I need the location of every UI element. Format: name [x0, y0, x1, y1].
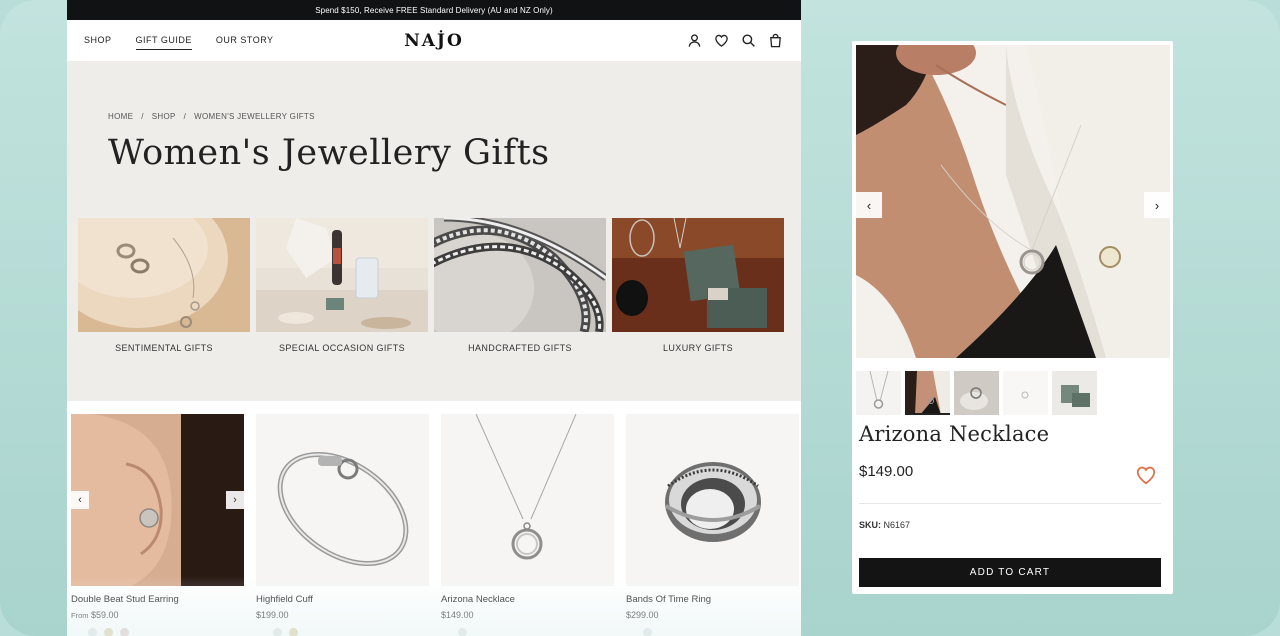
category-label[interactable]: HANDCRAFTED GIFTS	[434, 343, 606, 353]
category-image-handcrafted[interactable]	[434, 218, 606, 332]
price-prefix: From	[71, 611, 89, 620]
color-swatches	[273, 628, 429, 636]
breadcrumb: HOME / SHOP / WOMEN'S JEWELLERY GIFTS	[108, 112, 315, 121]
prev-image-button[interactable]: ‹	[71, 491, 89, 509]
search-icon[interactable]	[741, 33, 756, 48]
nav-link-gift-guide[interactable]: GIFT GUIDE	[135, 31, 192, 50]
breadcrumb-current: WOMEN'S JEWELLERY GIFTS	[194, 112, 315, 121]
sku-line: SKU: N6167	[859, 520, 910, 530]
next-image-button[interactable]: ›	[1144, 192, 1170, 218]
product-card[interactable]: Bands Of Time Ring $299.00	[626, 414, 799, 636]
product-price: $149.00	[859, 463, 914, 480]
product-name[interactable]: Highfield Cuff	[256, 594, 429, 605]
price-value: $299.00	[626, 610, 659, 620]
product-thumbnail[interactable]	[856, 371, 901, 415]
wishlist-heart-icon[interactable]	[1135, 464, 1157, 486]
color-swatch[interactable]	[104, 628, 113, 636]
product-thumbnail[interactable]	[954, 371, 999, 415]
nav-links: SHOP GIFT GUIDE OUR STORY	[84, 31, 274, 50]
add-to-cart-button[interactable]: ADD TO CART	[859, 558, 1161, 587]
product-name[interactable]: Bands Of Time Ring	[626, 594, 799, 605]
shopping-bag-icon[interactable]	[768, 33, 783, 48]
category-card-special-occasion[interactable]: SPECIAL OCCASION GIFTS	[256, 218, 428, 353]
breadcrumb-shop[interactable]: SHOP	[152, 112, 176, 121]
thumbnail-strip	[856, 371, 1097, 415]
category-image-sentimental[interactable]	[78, 218, 250, 332]
price-value: $59.00	[91, 610, 119, 620]
account-icon[interactable]	[687, 33, 702, 48]
product-card[interactable]: ‹ › Double Beat Stud Earring From $59.00	[71, 414, 244, 636]
product-thumbnail[interactable]	[905, 371, 950, 415]
product-thumbnail[interactable]	[1003, 371, 1048, 415]
price-value: $199.00	[256, 610, 289, 620]
breadcrumb-separator: /	[183, 112, 187, 121]
nav-icons	[687, 20, 783, 61]
promo-text: Spend $150, Receive FREE Standard Delive…	[315, 5, 553, 15]
category-label[interactable]: LUXURY GIFTS	[612, 343, 784, 353]
product-price: $299.00	[626, 610, 799, 620]
wishlist-heart-icon[interactable]	[714, 33, 729, 48]
product-card[interactable]: Arizona Necklace $149.00	[441, 414, 614, 636]
product-name[interactable]: Double Beat Stud Earring	[71, 594, 244, 605]
category-label[interactable]: SPECIAL OCCASION GIFTS	[256, 343, 428, 353]
color-swatch[interactable]	[120, 628, 129, 636]
product-card[interactable]: Highfield Cuff $199.00	[256, 414, 429, 636]
color-swatch[interactable]	[273, 628, 282, 636]
product-name[interactable]: Arizona Necklace	[441, 594, 614, 605]
product-image[interactable]	[441, 414, 614, 586]
page-title: Women's Jewellery Gifts	[108, 133, 550, 173]
color-swatch[interactable]	[289, 628, 298, 636]
product-price: From $59.00	[71, 610, 244, 620]
brand-logo[interactable]: NAJ̇O	[404, 31, 464, 51]
sku-value: N6167	[883, 520, 911, 530]
product-title: Arizona Necklace	[859, 422, 1050, 446]
product-detail-card: ‹ › Arizona Necklace $149.00 SKU: N6167 …	[852, 41, 1173, 594]
sku-label: SKU:	[859, 520, 881, 530]
color-swatch[interactable]	[458, 628, 467, 636]
category-label[interactable]: SENTIMENTAL GIFTS	[78, 343, 250, 353]
divider	[859, 503, 1161, 504]
color-swatch[interactable]	[88, 628, 97, 636]
product-grid: ‹ › Double Beat Stud Earring From $59.00	[71, 414, 799, 636]
breadcrumb-home[interactable]: HOME	[108, 112, 133, 121]
product-main-image[interactable]: ‹ ›	[856, 45, 1170, 358]
product-price: $199.00	[256, 610, 429, 620]
main-nav: SHOP GIFT GUIDE OUR STORY NAJ̇O	[67, 20, 801, 61]
breadcrumb-separator: /	[141, 112, 144, 121]
product-image[interactable]: ‹ ›	[71, 414, 244, 586]
category-image-special-occasion[interactable]	[256, 218, 428, 332]
category-image-luxury[interactable]	[612, 218, 784, 332]
frame-background: Spend $150, Receive FREE Standard Delive…	[0, 0, 1280, 636]
category-card-sentimental[interactable]: SENTIMENTAL GIFTS	[78, 218, 250, 353]
hero-section: HOME / SHOP / WOMEN'S JEWELLERY GIFTS Wo…	[67, 61, 801, 401]
category-card-luxury[interactable]: LUXURY GIFTS	[612, 218, 784, 353]
nav-link-shop[interactable]: SHOP	[84, 31, 112, 50]
color-swatches	[643, 628, 799, 636]
product-image[interactable]	[256, 414, 429, 586]
category-grid: SENTIMENTAL GIFTS SPECIAL OCCASION GIFTS…	[78, 218, 784, 353]
color-swatches	[88, 628, 244, 636]
product-image[interactable]	[626, 414, 799, 586]
product-thumbnail[interactable]	[1052, 371, 1097, 415]
prev-image-button[interactable]: ‹	[856, 192, 882, 218]
category-card-handcrafted[interactable]: HANDCRAFTED GIFTS	[434, 218, 606, 353]
price-value: $149.00	[441, 610, 474, 620]
nav-link-our-story[interactable]: OUR STORY	[216, 31, 274, 50]
color-swatch[interactable]	[643, 628, 652, 636]
website-panel: Spend $150, Receive FREE Standard Delive…	[67, 0, 801, 636]
product-price: $149.00	[441, 610, 614, 620]
next-image-button[interactable]: ›	[226, 491, 244, 509]
color-swatches	[458, 628, 614, 636]
promo-bar: Spend $150, Receive FREE Standard Delive…	[67, 0, 801, 20]
